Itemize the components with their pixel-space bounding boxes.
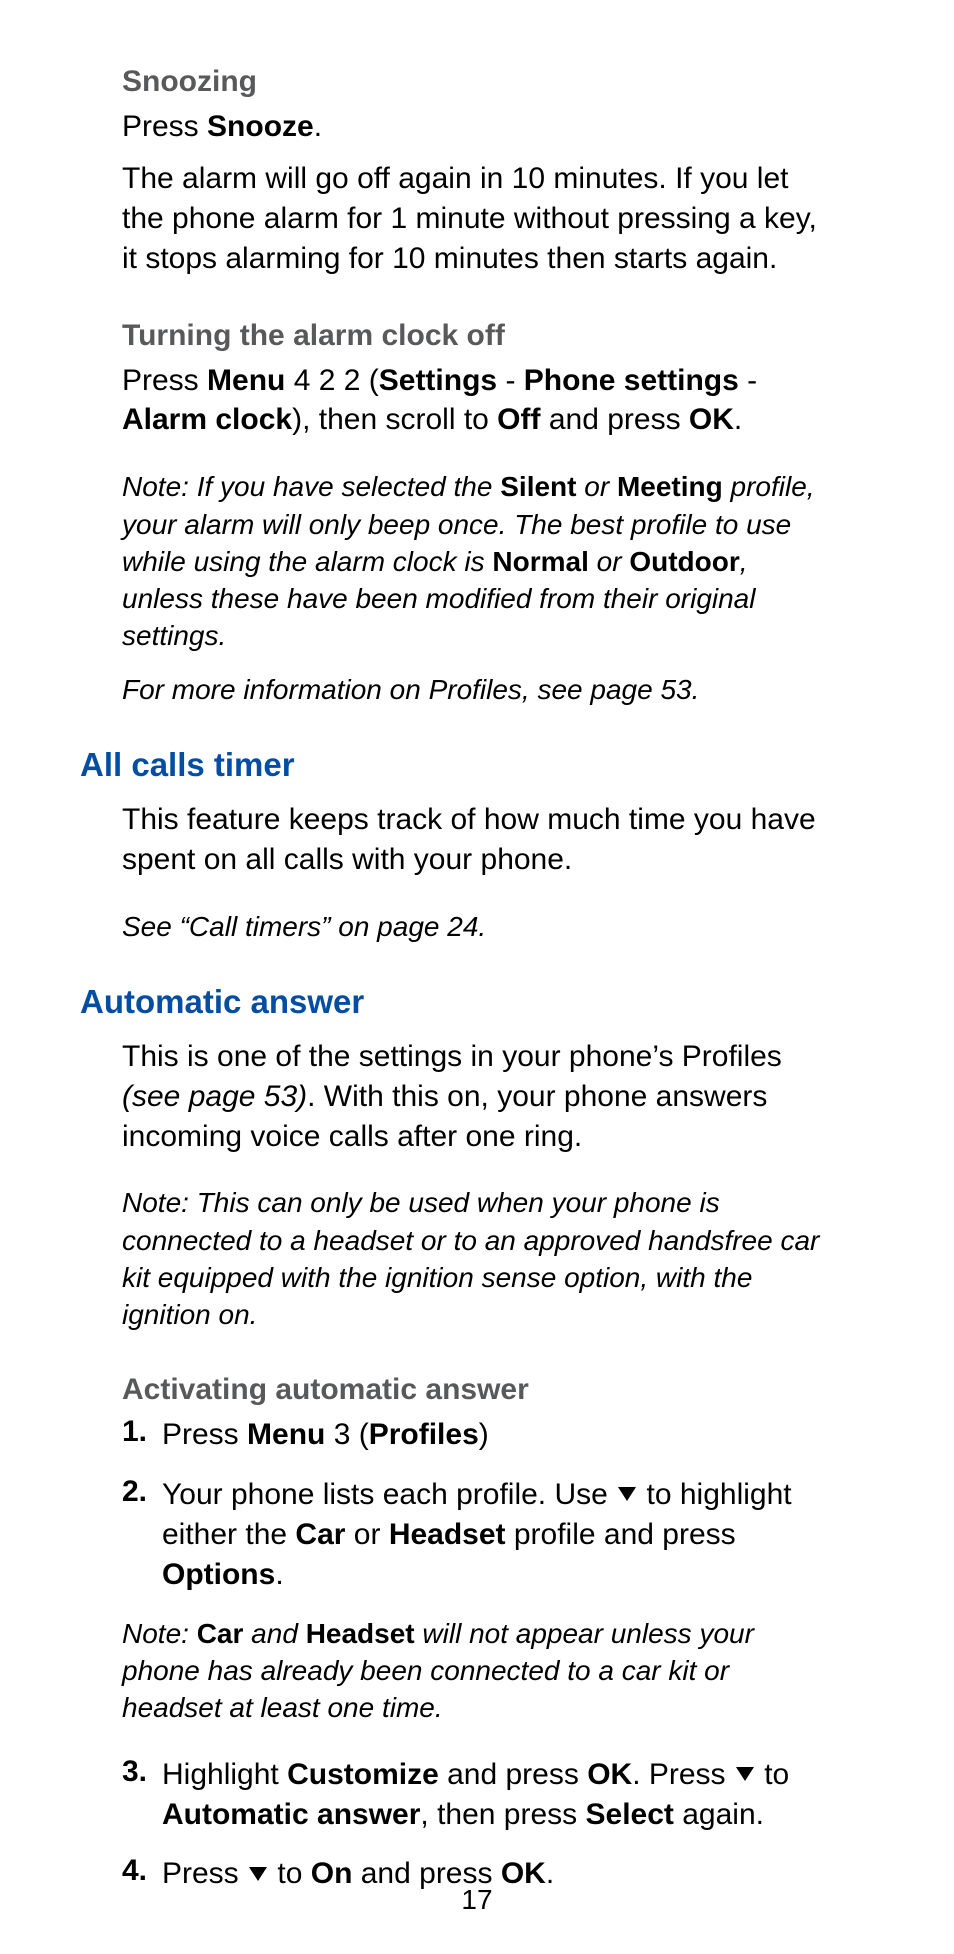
key-ok: OK xyxy=(587,1758,632,1791)
profile-meeting: Meeting xyxy=(617,471,723,502)
step-1: 1. Press Menu 3 (Profiles) xyxy=(122,1415,834,1455)
text: Your phone lists each profile. Use xyxy=(162,1478,616,1511)
heading-all-calls-timer: All calls timer xyxy=(80,746,834,784)
text: or xyxy=(345,1518,388,1551)
text: Press xyxy=(122,364,207,397)
page-ref: (see page 53) xyxy=(122,1080,307,1113)
profile-silent: Silent xyxy=(500,471,576,502)
text: and xyxy=(243,1618,305,1649)
text: Press xyxy=(122,110,207,143)
step-number: 2. xyxy=(122,1475,162,1595)
profile-car: Car xyxy=(197,1618,244,1649)
key-menu: Menu xyxy=(247,1418,325,1451)
text: , then press xyxy=(420,1798,585,1831)
text: . xyxy=(734,403,742,436)
text: to xyxy=(756,1758,789,1791)
step-body: Highlight Customize and press OK. Press … xyxy=(162,1755,834,1835)
down-arrow-icon xyxy=(618,1487,636,1501)
step-2: 2. Your phone lists each profile. Use to… xyxy=(122,1475,834,1595)
text: Highlight xyxy=(162,1758,287,1791)
option-customize: Customize xyxy=(287,1758,439,1791)
all-calls-desc: This feature keeps track of how much tim… xyxy=(122,800,834,880)
text: - xyxy=(497,364,524,397)
section-automatic-answer: This is one of the settings in your phon… xyxy=(122,1037,834,1334)
section-activating-auto-answer: Activating automatic answer 1. Press Men… xyxy=(122,1373,834,1894)
step-number: 3. xyxy=(122,1755,162,1835)
option-automatic-answer: Automatic answer xyxy=(162,1798,420,1831)
step-number: 1. xyxy=(122,1415,162,1455)
text: . Press xyxy=(632,1758,734,1791)
text: . xyxy=(275,1558,283,1591)
key-menu: Menu xyxy=(207,364,285,397)
auto-answer-note: Note: This can only be used when your ph… xyxy=(122,1184,834,1333)
text: - xyxy=(739,364,757,397)
alarm-off-steps: Press Menu 4 2 2 (Settings - Phone setti… xyxy=(122,361,834,441)
section-all-calls-timer: This feature keeps track of how much tim… xyxy=(122,800,834,945)
snoozing-press-line: Press Snooze. xyxy=(122,107,834,147)
text: and press xyxy=(541,403,689,436)
profile-normal: Normal xyxy=(492,546,588,577)
alarm-off-note-2: For more information on Profiles, see pa… xyxy=(122,671,834,708)
profile-outdoor: Outdoor xyxy=(629,546,739,577)
text: again. xyxy=(674,1798,764,1831)
page-number: 17 xyxy=(0,1884,954,1916)
heading-alarm-off: Turning the alarm clock off xyxy=(122,319,834,353)
step-body: Your phone lists each profile. Use to hi… xyxy=(162,1475,834,1595)
alarm-off-note-1: Note: If you have selected the Silent or… xyxy=(122,468,834,654)
all-calls-note: See “Call timers” on page 24. xyxy=(122,908,834,945)
key-ok: OK xyxy=(689,403,734,436)
down-arrow-icon xyxy=(249,1867,267,1881)
profile-headset: Headset xyxy=(389,1518,506,1551)
snoozing-description: The alarm will go off again in 10 minute… xyxy=(122,159,834,279)
text: Note: xyxy=(122,1618,197,1649)
profile-headset: Headset xyxy=(306,1618,415,1649)
heading-automatic-answer: Automatic answer xyxy=(80,983,834,1021)
heading-activating: Activating automatic answer xyxy=(122,1373,834,1407)
step-body: Press Menu 3 (Profiles) xyxy=(162,1415,834,1455)
text: profile and press xyxy=(506,1518,736,1551)
text: or xyxy=(576,471,616,502)
text: Note: If you have selected the xyxy=(122,471,500,502)
text: . xyxy=(314,110,322,143)
heading-snoozing: Snoozing xyxy=(122,65,834,99)
down-arrow-icon xyxy=(736,1767,754,1781)
profile-car: Car xyxy=(295,1518,345,1551)
text: 3 ( xyxy=(325,1418,368,1451)
key-options: Options xyxy=(162,1558,275,1591)
menu-phone-settings: Phone settings xyxy=(524,364,739,397)
manual-page: Snoozing Press Snooze. The alarm will go… xyxy=(0,0,954,1954)
text: or xyxy=(589,546,629,577)
text: This is one of the settings in your phon… xyxy=(122,1040,782,1073)
auto-answer-desc: This is one of the settings in your phon… xyxy=(122,1037,834,1157)
menu-settings: Settings xyxy=(379,364,497,397)
section-snoozing: Snoozing Press Snooze. The alarm will go… xyxy=(122,65,834,279)
key-snooze: Snooze xyxy=(207,110,314,143)
text: Press xyxy=(162,1418,247,1451)
step-2-note: Note: Car and Headset will not appear un… xyxy=(122,1615,834,1727)
text: 4 2 2 ( xyxy=(285,364,378,397)
option-off: Off xyxy=(497,403,540,436)
key-select: Select xyxy=(586,1798,674,1831)
menu-profiles: Profiles xyxy=(369,1418,479,1451)
section-alarm-off: Turning the alarm clock off Press Menu 4… xyxy=(122,319,834,708)
step-3: 3. Highlight Customize and press OK. Pre… xyxy=(122,1755,834,1835)
text: ) xyxy=(479,1418,489,1451)
menu-alarm-clock: Alarm clock xyxy=(122,403,292,436)
text: and press xyxy=(439,1758,587,1791)
text: ), then scroll to xyxy=(292,403,497,436)
